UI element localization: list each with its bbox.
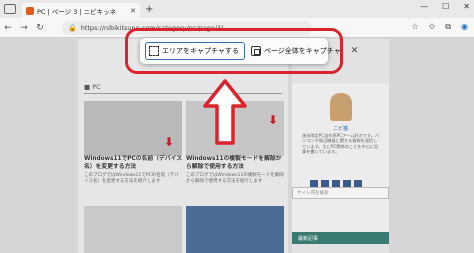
tab-actions-icon[interactable]	[4, 4, 16, 14]
pointer-arrow-icon	[203, 79, 247, 145]
tab-title: PC | ページ 3 | ニビキッネ	[37, 7, 117, 16]
site-search-input[interactable]: サイト内を検索	[292, 187, 389, 199]
lock-icon[interactable]: 🔒	[68, 24, 77, 32]
section-title: ■ PC	[84, 83, 101, 91]
close-icon[interactable]: ✕	[351, 46, 359, 56]
thumbnail-arrow-icon-2: ⬇	[268, 113, 279, 127]
thumbnail-arrow-icon: ⬇	[164, 135, 175, 149]
article-excerpt-2: このブログではWindows11の複製モードを解除から解除で使用する方法を紹介し…	[186, 173, 284, 184]
screenshot-capture-bar: エリアをキャプチャする ページ全体をキャプチャ ✕	[140, 38, 358, 64]
window-controls: — ☐ ✕	[420, 2, 470, 11]
minimize-button[interactable]: —	[420, 2, 428, 11]
collections-icon[interactable]: ⧉	[445, 22, 451, 32]
toolbar-icons: ☆ ✩ ⧉ ◉	[411, 22, 468, 32]
favorites-icon[interactable]: ✩	[429, 22, 436, 32]
back-button[interactable]: ←	[0, 23, 16, 33]
avatar	[330, 93, 352, 121]
profile-name[interactable]: ニビ猫	[292, 125, 389, 132]
new-tab-button[interactable]: +	[145, 4, 153, 15]
capture-area-button[interactable]: エリアをキャプチャする	[145, 42, 245, 60]
browser-titlebar: PC | ページ 3 | ニビキッネ ✕ + — ☐ ✕	[0, 0, 474, 18]
edge-profile-icon[interactable]: ◉	[461, 22, 468, 32]
capture-page-label: ページ全体をキャプチャ	[263, 47, 341, 55]
close-window-button[interactable]: ✕	[463, 2, 470, 11]
article-thumbnail-4[interactable]	[186, 206, 284, 253]
capture-area-label: エリアをキャプチャする	[162, 47, 239, 55]
capture-page-icon	[250, 46, 261, 56]
site-favicon-icon	[26, 6, 34, 15]
article-title-1[interactable]: Windows11でPCの名前（デバイス名）を変更する方法	[84, 156, 182, 171]
section-divider	[84, 93, 282, 94]
favorite-star-icon[interactable]: ☆	[411, 22, 418, 32]
maximize-button[interactable]: ☐	[442, 2, 449, 11]
capture-full-page-button[interactable]: ページ全体をキャプチャ	[250, 46, 341, 56]
capture-area-icon	[149, 46, 159, 56]
article-title-2[interactable]: Windows11の複製モードを解除から解除で使用する方法	[186, 156, 284, 171]
tab-close-icon[interactable]: ✕	[130, 7, 136, 15]
new-posts-heading: 最新記事	[292, 232, 389, 244]
article-excerpt-1: このブログではWindows11でPCの名前（デバイス名）を変更する方法を紹介し…	[84, 173, 179, 184]
browser-tab[interactable]: PC | ページ 3 | ニビキッネ ✕	[22, 3, 140, 18]
reload-button[interactable]: ↻	[32, 23, 48, 33]
forward-button[interactable]: →	[16, 23, 32, 33]
article-thumbnail-3[interactable]	[84, 206, 182, 253]
profile-widget: ニビ猫 週末限定PC自作系PCアーム好きです。パソコンや周辺機器に関する情報を発…	[292, 83, 389, 233]
profile-text: 週末限定PC自作系PCアーム好きです。パソコンや周辺機器に関する情報を発信してい…	[302, 133, 380, 155]
